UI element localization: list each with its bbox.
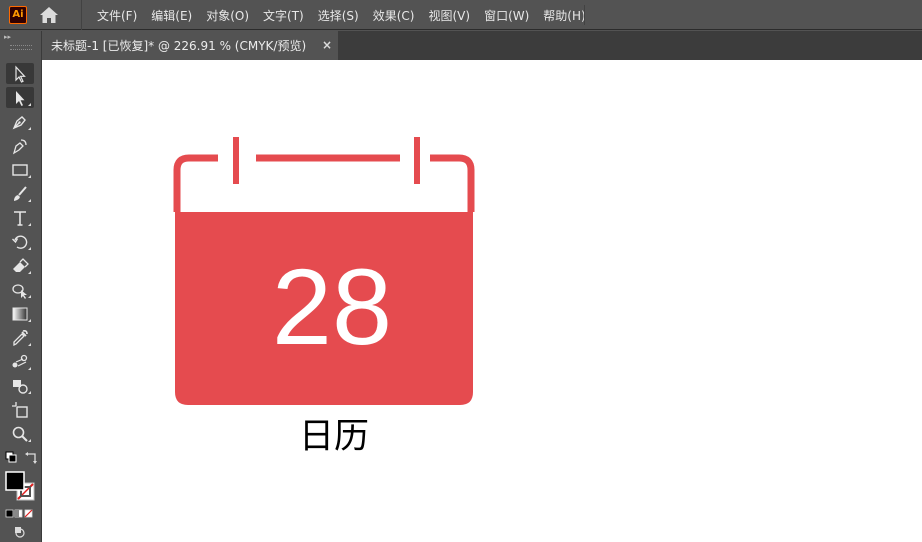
tool-eraser[interactable] bbox=[6, 255, 34, 276]
tools-panel: ▸▸ bbox=[0, 31, 42, 542]
curvature-tool-icon bbox=[12, 138, 27, 154]
live-paint-tool-icon bbox=[13, 379, 28, 394]
tool-live-paint[interactable] bbox=[6, 375, 34, 396]
menu-view[interactable]: 视图(V) bbox=[421, 7, 477, 24]
menu-file[interactable]: 文件(F) bbox=[90, 7, 144, 24]
tool-paintbrush[interactable] bbox=[6, 183, 34, 204]
rectangle-tool-icon bbox=[12, 163, 28, 176]
calendar-day-number: 28 bbox=[271, 246, 393, 367]
tool-zoom[interactable] bbox=[6, 423, 34, 444]
pen-tool-icon bbox=[12, 115, 26, 129]
tool-shape-builder[interactable] bbox=[6, 279, 34, 300]
menu-window[interactable]: 窗口(W) bbox=[477, 7, 536, 24]
close-tab-icon[interactable]: × bbox=[322, 38, 332, 52]
document-tab-bar: 未标题-1 [已恢复]* @ 226.91 % (CMYK/预览) × bbox=[42, 31, 922, 60]
artboard-tool-icon bbox=[12, 401, 28, 418]
fill-swatch[interactable] bbox=[5, 471, 25, 491]
color-mode-buttons[interactable] bbox=[5, 509, 33, 518]
selection-tool-icon bbox=[15, 64, 26, 83]
drawing-modes-icon[interactable] bbox=[15, 527, 25, 538]
menu-effect[interactable]: 效果(C) bbox=[366, 7, 422, 24]
menu-bar: Ai 文件(F) 编辑(E) 对象(O) 文字(T) 选择(S) 效果(C) 视… bbox=[0, 0, 922, 30]
gradient-tool-icon bbox=[12, 307, 28, 320]
calendar-artwork[interactable] bbox=[42, 60, 922, 542]
home-icon[interactable] bbox=[39, 6, 59, 24]
tool-direct-selection[interactable] bbox=[6, 87, 34, 108]
tool-pen[interactable] bbox=[6, 111, 34, 132]
menu-divider bbox=[584, 5, 585, 25]
tool-selection[interactable] bbox=[6, 63, 34, 84]
menu-items: 文件(F) 编辑(E) 对象(O) 文字(T) 选择(S) 效果(C) 视图(V… bbox=[81, 0, 593, 30]
collapse-panel-icon[interactable]: ▸▸ bbox=[4, 33, 11, 41]
paintbrush-tool-icon bbox=[14, 185, 27, 201]
tool-curvature[interactable] bbox=[6, 135, 34, 156]
default-colors-icon[interactable] bbox=[5, 451, 17, 463]
shape-builder-tool-icon bbox=[12, 283, 27, 299]
rotate-tool-icon bbox=[12, 235, 28, 249]
eyedropper-tool-icon bbox=[13, 329, 28, 346]
tool-blend[interactable] bbox=[6, 351, 34, 372]
artboard-canvas[interactable]: 28 日历 bbox=[42, 60, 922, 542]
menu-edit[interactable]: 编辑(E) bbox=[144, 7, 199, 24]
direct-selection-tool-icon bbox=[16, 90, 25, 106]
menu-type[interactable]: 文字(T) bbox=[256, 7, 311, 24]
menu-select[interactable]: 选择(S) bbox=[311, 7, 366, 24]
swap-colors-icon[interactable] bbox=[25, 452, 37, 464]
zoom-tool-icon bbox=[12, 426, 28, 442]
color-controls bbox=[5, 451, 37, 538]
document-tab[interactable]: 未标题-1 [已恢复]* @ 226.91 % (CMYK/预览) × bbox=[42, 31, 338, 60]
panel-grip[interactable] bbox=[10, 45, 32, 50]
calendar-label: 日历 bbox=[298, 417, 369, 457]
eraser-tool-icon bbox=[13, 257, 29, 272]
tool-gradient[interactable] bbox=[6, 303, 34, 324]
illustrator-logo: Ai bbox=[9, 6, 27, 24]
tool-rotate[interactable] bbox=[6, 231, 34, 252]
tool-eyedropper[interactable] bbox=[6, 327, 34, 348]
type-tool-icon bbox=[14, 210, 26, 226]
calendar-top-frame bbox=[173, 154, 475, 212]
document-tab-title: 未标题-1 [已恢复]* @ 226.91 % (CMYK/预览) bbox=[51, 39, 307, 53]
tool-type[interactable] bbox=[6, 207, 34, 228]
tool-rectangle[interactable] bbox=[6, 159, 34, 180]
tool-artboard[interactable] bbox=[6, 399, 34, 420]
menu-object[interactable]: 对象(O) bbox=[199, 7, 256, 24]
blend-tool-icon bbox=[12, 354, 28, 367]
